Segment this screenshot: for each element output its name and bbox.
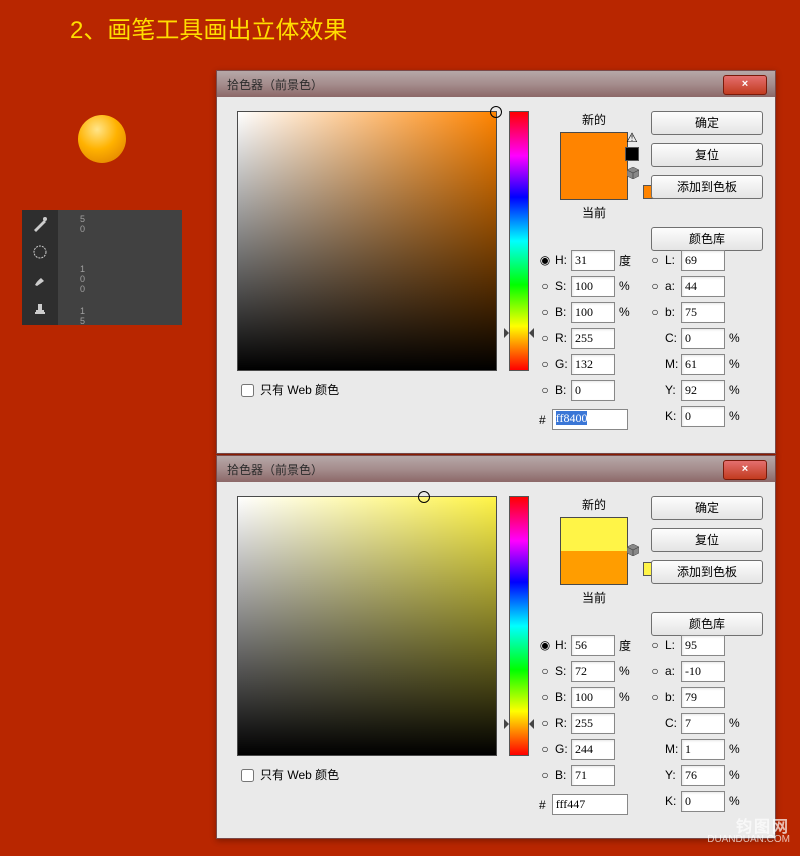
brush-icon[interactable] (22, 266, 58, 294)
g-radio[interactable]: ○ (539, 357, 551, 371)
healing-brush-icon[interactable] (22, 210, 58, 238)
s-radio[interactable]: ○ (539, 279, 551, 293)
color-picker-dialog-2: 拾色器（前景色） × 新的 当前 确定 复位 添加到色板 颜色库 只有 Web … (216, 455, 776, 839)
preview-current-swatch (561, 551, 627, 584)
add-swatch-button[interactable]: 添加到色板 (651, 175, 763, 199)
bb-radio[interactable]: ○ (539, 383, 551, 397)
hex-hash: # (539, 798, 546, 812)
current-label: 当前 (547, 204, 641, 221)
hue-slider[interactable] (509, 111, 529, 371)
h-radio[interactable]: ◉ (539, 253, 551, 267)
color-pick-ring[interactable] (418, 491, 430, 503)
cube-icon[interactable] (627, 167, 639, 179)
brush-preset-icon[interactable] (22, 238, 58, 266)
color-picker-dialog-1: 拾色器（前景色） × 新的 ⚠ 当前 确定 复位 添加到色板 颜色库 只有 (216, 70, 776, 454)
m-input[interactable] (681, 354, 725, 375)
blab-input[interactable] (681, 302, 725, 323)
h-input[interactable] (571, 635, 615, 656)
hex-input[interactable]: ff8400 (552, 409, 628, 430)
c-input[interactable] (681, 328, 725, 349)
stamp-icon[interactable] (22, 294, 58, 322)
a-radio[interactable]: ○ (649, 664, 661, 678)
h-radio[interactable]: ◉ (539, 638, 551, 652)
a-input[interactable] (681, 661, 725, 682)
bb-radio[interactable]: ○ (539, 768, 551, 782)
brush-tool-panel: 50 100 15 (22, 210, 182, 325)
preview-new-swatch (561, 133, 627, 166)
cancel-button[interactable]: 复位 (651, 143, 763, 167)
new-label: 新的 (547, 111, 641, 128)
cancel-button[interactable]: 复位 (651, 528, 763, 552)
r-radio[interactable]: ○ (539, 716, 551, 730)
r-input[interactable] (571, 328, 615, 349)
y-input[interactable] (681, 765, 725, 786)
cube-icon[interactable] (627, 544, 639, 556)
l-input[interactable] (681, 635, 725, 656)
hex-hash: # (539, 413, 546, 427)
color-preview: 新的 ⚠ 当前 (547, 111, 641, 221)
g-input[interactable] (571, 354, 615, 375)
k-input[interactable] (681, 791, 725, 812)
saturation-value-field[interactable] (237, 496, 497, 756)
blab-radio[interactable]: ○ (649, 305, 661, 319)
sample-sphere (78, 115, 126, 163)
s-input[interactable] (571, 661, 615, 682)
a-input[interactable] (681, 276, 725, 297)
bv-radio[interactable]: ○ (539, 690, 551, 704)
r-radio[interactable]: ○ (539, 331, 551, 345)
bv-input[interactable] (571, 302, 615, 323)
l-input[interactable] (681, 250, 725, 271)
add-swatch-button[interactable]: 添加到色板 (651, 560, 763, 584)
k-input[interactable] (681, 406, 725, 427)
close-button[interactable]: × (723, 75, 767, 95)
hue-slider[interactable] (509, 496, 529, 756)
r-input[interactable] (571, 713, 615, 734)
web-only-checkbox[interactable]: 只有 Web 颜色 (237, 381, 339, 400)
blab-radio[interactable]: ○ (649, 690, 661, 704)
watermark: 钧图网 DUANDUAN.COM (707, 822, 790, 846)
preview-new-swatch (561, 518, 627, 551)
c-input[interactable] (681, 713, 725, 734)
dialog-title: 拾色器（前景色） (227, 461, 323, 478)
preview-current-swatch (561, 166, 627, 199)
current-label: 当前 (547, 589, 641, 606)
ok-button[interactable]: 确定 (651, 496, 763, 520)
web-only-checkbox[interactable]: 只有 Web 颜色 (237, 766, 339, 785)
s-radio[interactable]: ○ (539, 664, 551, 678)
ok-button[interactable]: 确定 (651, 111, 763, 135)
close-button[interactable]: × (723, 460, 767, 480)
dialog-title: 拾色器（前景色） (227, 76, 323, 93)
bv-radio[interactable]: ○ (539, 305, 551, 319)
blab-input[interactable] (681, 687, 725, 708)
saturation-value-field[interactable] (237, 111, 497, 371)
s-input[interactable] (571, 276, 615, 297)
m-input[interactable] (681, 739, 725, 760)
titlebar[interactable]: 拾色器（前景色） × (217, 71, 775, 97)
g-input[interactable] (571, 739, 615, 760)
page-title: 2、画笔工具画出立体效果 (0, 0, 800, 45)
color-pick-ring[interactable] (490, 106, 502, 118)
new-label: 新的 (547, 496, 641, 513)
g-radio[interactable]: ○ (539, 742, 551, 756)
l-radio[interactable]: ○ (649, 253, 661, 267)
warning-icon[interactable]: ⚠ (625, 131, 639, 161)
bv-input[interactable] (571, 687, 615, 708)
bb-input[interactable] (571, 765, 615, 786)
l-radio[interactable]: ○ (649, 638, 661, 652)
y-input[interactable] (681, 380, 725, 401)
color-preview: 新的 当前 (547, 496, 641, 606)
titlebar[interactable]: 拾色器（前景色） × (217, 456, 775, 482)
bb-input[interactable] (571, 380, 615, 401)
hex-input[interactable] (552, 794, 628, 815)
a-radio[interactable]: ○ (649, 279, 661, 293)
h-input[interactable] (571, 250, 615, 271)
